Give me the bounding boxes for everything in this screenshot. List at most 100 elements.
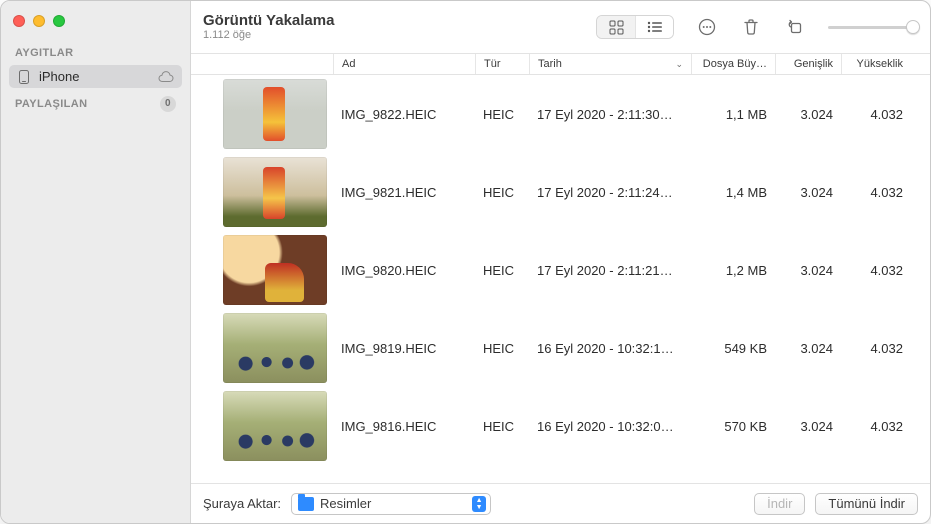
column-thumbnail[interactable] xyxy=(191,54,333,74)
cell-width: 3.024 xyxy=(775,107,841,122)
sort-descending-icon: ⌄ xyxy=(675,59,683,70)
table-header: Ad Tür Tarih ⌄ Dosya Büy… Genişlik Yükse… xyxy=(191,53,930,75)
sidebar-item-iphone[interactable]: iPhone xyxy=(9,65,182,88)
cell-name: IMG_9819.HEIC xyxy=(333,341,475,356)
phone-icon xyxy=(17,70,31,84)
fullscreen-window-button[interactable] xyxy=(53,15,65,27)
app-title: Görüntü Yakalama xyxy=(203,12,334,29)
folder-icon xyxy=(298,497,314,511)
cell-height: 4.032 xyxy=(841,107,911,122)
thumbnail-image xyxy=(223,391,327,461)
sidebar-section-shared-label: PAYLAŞILAN xyxy=(15,98,87,110)
column-height[interactable]: Yükseklik xyxy=(841,54,911,74)
app-window: AYGITLAR iPhone PAYLAŞILAN 0 Görüntü Yak… xyxy=(0,0,931,524)
shared-count-badge: 0 xyxy=(160,96,176,112)
rotate-button[interactable] xyxy=(782,15,808,39)
titlebar: Görüntü Yakalama 1.112 öğe xyxy=(191,1,930,53)
trash-icon xyxy=(743,18,759,36)
destination-select[interactable]: Resimler ▲▼ xyxy=(291,493,491,515)
column-name[interactable]: Ad xyxy=(333,54,475,74)
column-date[interactable]: Tarih ⌄ xyxy=(529,54,691,74)
delete-button[interactable] xyxy=(738,15,764,39)
column-date-label: Tarih xyxy=(538,58,562,70)
list-view-button[interactable] xyxy=(635,16,673,38)
thumbnail-image xyxy=(223,235,327,305)
table-row[interactable]: IMG_9821.HEICHEIC17 Eyl 2020 - 2:11:24…1… xyxy=(191,153,930,231)
cell-name: IMG_9820.HEIC xyxy=(333,263,475,278)
column-type[interactable]: Tür xyxy=(475,54,529,74)
cell-width: 3.024 xyxy=(775,263,841,278)
download-all-button[interactable]: Tümünü İndir xyxy=(815,493,918,515)
toolbar-actions xyxy=(694,15,808,39)
zoom-slider[interactable] xyxy=(828,26,918,29)
table-row[interactable]: IMG_9822.HEICHEIC17 Eyl 2020 - 2:11:30…1… xyxy=(191,75,930,153)
footer: Şuraya Aktar: Resimler ▲▼ İndir Tümünü İ… xyxy=(191,483,930,523)
cell-width: 3.024 xyxy=(775,341,841,356)
cell-name: IMG_9822.HEIC xyxy=(333,107,475,122)
cell-name: IMG_9816.HEIC xyxy=(333,419,475,434)
close-window-button[interactable] xyxy=(13,15,25,27)
sidebar-section-devices: AYGITLAR xyxy=(1,41,190,63)
thumbnail-image xyxy=(223,157,327,227)
grid-icon xyxy=(609,20,624,35)
column-size[interactable]: Dosya Büy… xyxy=(691,54,775,74)
cell-width: 3.024 xyxy=(775,185,841,200)
cell-thumbnail xyxy=(191,79,333,149)
cell-height: 4.032 xyxy=(841,263,911,278)
cell-date: 16 Eyl 2020 - 10:32:0… xyxy=(529,419,691,434)
zoom-knob[interactable] xyxy=(906,20,920,34)
sidebar-section-shared: PAYLAŞILAN 0 xyxy=(1,90,190,116)
cell-size: 1,1 MB xyxy=(691,107,775,122)
cell-thumbnail xyxy=(191,391,333,461)
column-width[interactable]: Genişlik xyxy=(775,54,841,74)
cell-size: 549 KB xyxy=(691,341,775,356)
destination-label: Resimler xyxy=(320,496,371,511)
import-to-label: Şuraya Aktar: xyxy=(203,496,281,511)
cell-type: HEIC xyxy=(475,341,529,356)
cell-size: 570 KB xyxy=(691,419,775,434)
zoom-track[interactable] xyxy=(828,26,918,29)
column-size-label: Dosya Büy… xyxy=(703,58,767,70)
minimize-window-button[interactable] xyxy=(33,15,45,27)
table-row[interactable]: IMG_9819.HEICHEIC16 Eyl 2020 - 10:32:1…5… xyxy=(191,309,930,387)
cell-type: HEIC xyxy=(475,419,529,434)
cell-date: 17 Eyl 2020 - 2:11:21… xyxy=(529,263,691,278)
table-body: IMG_9822.HEICHEIC17 Eyl 2020 - 2:11:30…1… xyxy=(191,75,930,483)
more-button[interactable] xyxy=(694,15,720,39)
title-block: Görüntü Yakalama 1.112 öğe xyxy=(203,12,334,42)
table-row[interactable]: IMG_9820.HEICHEIC17 Eyl 2020 - 2:11:21…1… xyxy=(191,231,930,309)
cell-type: HEIC xyxy=(475,263,529,278)
cell-size: 1,4 MB xyxy=(691,185,775,200)
sidebar: AYGITLAR iPhone PAYLAŞILAN 0 xyxy=(1,1,191,523)
window-controls xyxy=(1,11,190,41)
thumbnail-image xyxy=(223,79,327,149)
sidebar-section-devices-label: AYGITLAR xyxy=(15,47,73,59)
item-count-label: 1.112 öğe xyxy=(203,29,334,42)
cell-type: HEIC xyxy=(475,107,529,122)
cell-type: HEIC xyxy=(475,185,529,200)
grid-view-button[interactable] xyxy=(597,16,635,38)
cloud-icon xyxy=(158,71,174,82)
cell-name: IMG_9821.HEIC xyxy=(333,185,475,200)
column-type-label: Tür xyxy=(484,58,501,70)
column-height-label: Yükseklik xyxy=(857,58,903,70)
main-panel: Görüntü Yakalama 1.112 öğe xyxy=(191,1,930,523)
download-button[interactable]: İndir xyxy=(754,493,805,515)
cell-date: 16 Eyl 2020 - 10:32:1… xyxy=(529,341,691,356)
column-width-label: Genişlik xyxy=(794,58,833,70)
ellipsis-circle-icon xyxy=(698,18,716,36)
cell-thumbnail xyxy=(191,313,333,383)
table-row[interactable]: IMG_9816.HEICHEIC16 Eyl 2020 - 10:32:0…5… xyxy=(191,387,930,465)
cell-thumbnail xyxy=(191,157,333,227)
cell-width: 3.024 xyxy=(775,419,841,434)
cell-height: 4.032 xyxy=(841,419,911,434)
cell-size: 1,2 MB xyxy=(691,263,775,278)
cell-height: 4.032 xyxy=(841,185,911,200)
sidebar-item-label: iPhone xyxy=(39,69,79,84)
rotate-icon xyxy=(786,18,804,36)
view-mode-segment xyxy=(596,15,674,39)
cell-thumbnail xyxy=(191,235,333,305)
list-icon xyxy=(647,21,663,33)
toolbar xyxy=(596,15,918,39)
cell-date: 17 Eyl 2020 - 2:11:30… xyxy=(529,107,691,122)
